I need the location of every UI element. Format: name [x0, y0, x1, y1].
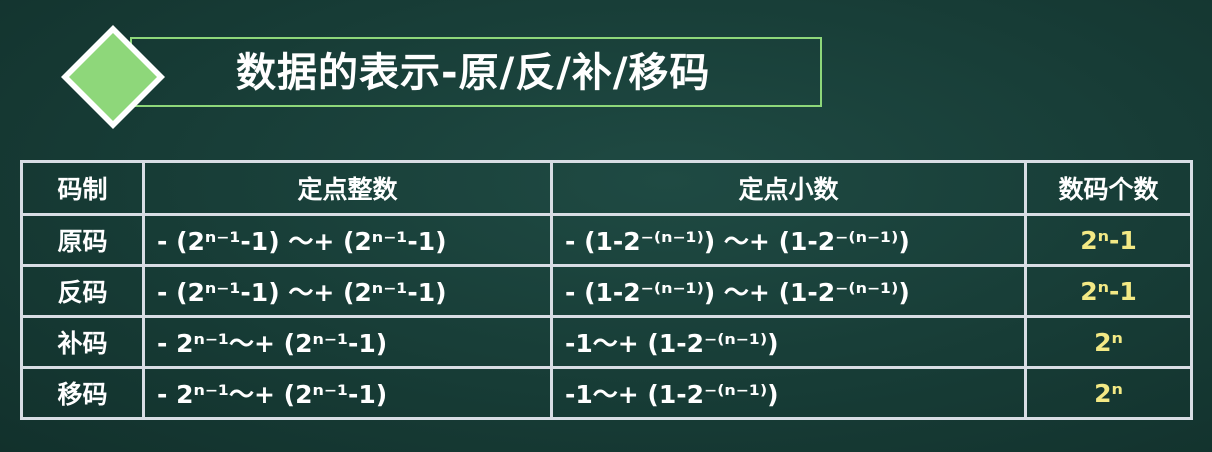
header-code-count: 数码个数 — [1024, 160, 1193, 216]
table-row: 反码 - (2ⁿ⁻¹-1) ～+ (2ⁿ⁻¹-1) - (1-2⁻⁽ⁿ⁻¹⁾) … — [20, 264, 1193, 318]
table-row: 原码 - (2ⁿ⁻¹-1) ～+ (2ⁿ⁻¹-1) - (1-2⁻⁽ⁿ⁻¹⁾) … — [20, 213, 1193, 267]
fraction-range-cell: -1～+ (1-2⁻⁽ⁿ⁻¹⁾) — [550, 315, 1027, 369]
integer-range-cell: - (2ⁿ⁻¹-1) ～+ (2ⁿ⁻¹-1) — [142, 264, 553, 318]
code-count-cell: 2ⁿ-1 — [1024, 264, 1193, 318]
integer-range-cell: - 2ⁿ⁻¹～+ (2ⁿ⁻¹-1) — [142, 366, 553, 420]
diamond-icon — [59, 23, 167, 131]
code-count-cell: 2ⁿ — [1024, 366, 1193, 420]
table-row: 移码 - 2ⁿ⁻¹～+ (2ⁿ⁻¹-1) -1～+ (1-2⁻⁽ⁿ⁻¹⁾) 2ⁿ — [20, 366, 1193, 420]
code-count-cell: 2ⁿ — [1024, 315, 1193, 369]
header-fixed-fraction: 定点小数 — [550, 160, 1027, 216]
code-range-table: 码制 定点整数 定点小数 数码个数 原码 - (2ⁿ⁻¹-1) ～+ (2ⁿ⁻¹… — [20, 160, 1193, 420]
code-count-cell: 2ⁿ-1 — [1024, 213, 1193, 267]
integer-range-cell: - (2ⁿ⁻¹-1) ～+ (2ⁿ⁻¹-1) — [142, 213, 553, 267]
code-name-cell: 移码 — [20, 366, 145, 420]
code-name-cell: 补码 — [20, 315, 145, 369]
code-name-cell: 原码 — [20, 213, 145, 267]
table-row: 补码 - 2ⁿ⁻¹～+ (2ⁿ⁻¹-1) -1～+ (1-2⁻⁽ⁿ⁻¹⁾) 2ⁿ — [20, 315, 1193, 369]
fraction-range-cell: - (1-2⁻⁽ⁿ⁻¹⁾) ～+ (1-2⁻⁽ⁿ⁻¹⁾) — [550, 264, 1027, 318]
header-code-system: 码制 — [20, 160, 145, 216]
code-name-cell: 反码 — [20, 264, 145, 318]
integer-range-cell: - 2ⁿ⁻¹～+ (2ⁿ⁻¹-1) — [142, 315, 553, 369]
fraction-range-cell: -1～+ (1-2⁻⁽ⁿ⁻¹⁾) — [550, 366, 1027, 420]
page-title: 数据的表示-原/反/补/移码 — [236, 50, 711, 96]
table-header-row: 码制 定点整数 定点小数 数码个数 — [20, 160, 1193, 216]
fraction-range-cell: - (1-2⁻⁽ⁿ⁻¹⁾) ～+ (1-2⁻⁽ⁿ⁻¹⁾) — [550, 213, 1027, 267]
header-fixed-integer: 定点整数 — [142, 160, 553, 216]
